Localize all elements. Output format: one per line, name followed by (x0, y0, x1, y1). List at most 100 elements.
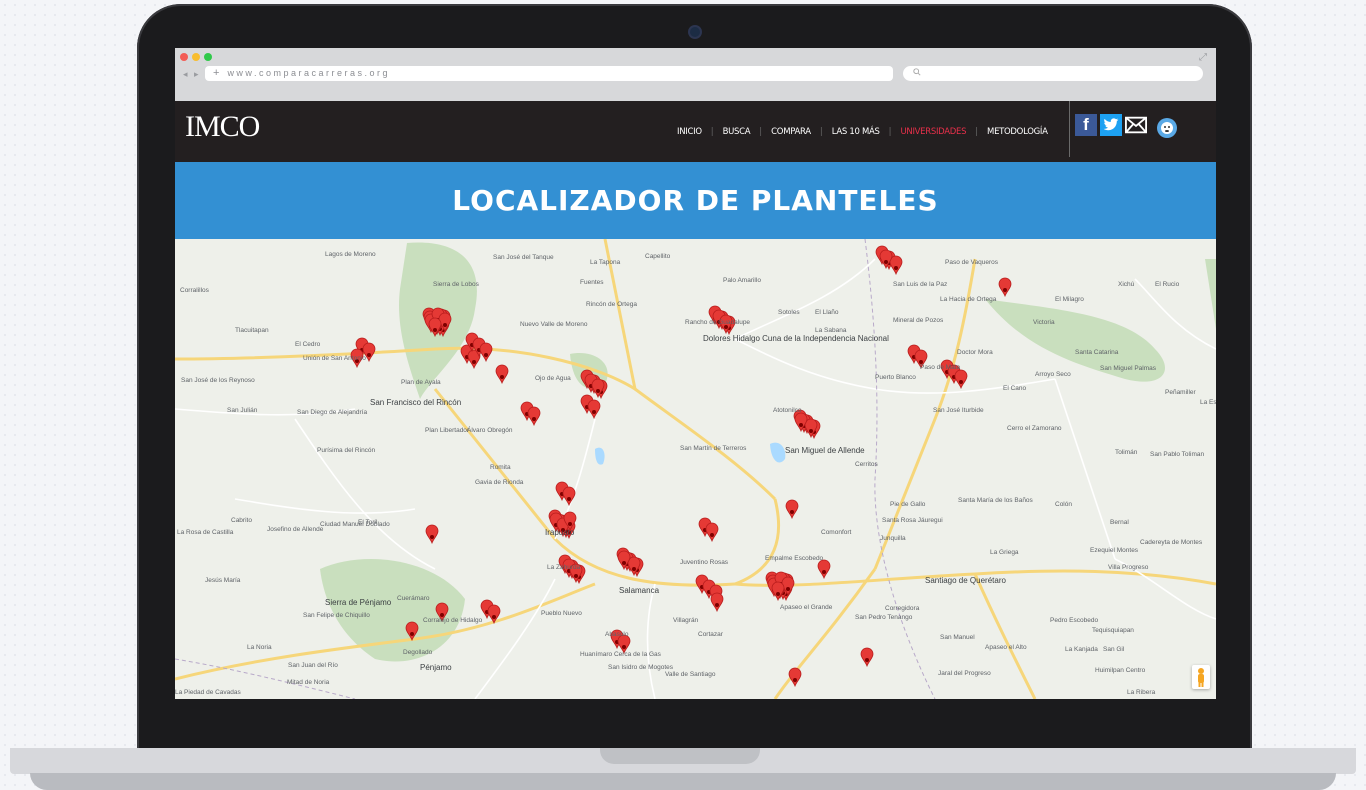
facebook-icon[interactable]: f (1075, 114, 1097, 136)
place-label: El Rucio (1155, 281, 1180, 288)
page-title: LOCALIZADOR DE PLANTELES (452, 184, 939, 217)
place-label: San Francisco del Rincón (370, 398, 462, 407)
search-icon (913, 68, 921, 76)
nav-universidades[interactable]: UNIVERSIDADES (900, 127, 966, 137)
header-divider (1069, 101, 1070, 157)
nav-las-10-mas[interactable]: LAS 10 MÁS (832, 127, 880, 137)
place-label: San José del Tanque (493, 254, 554, 261)
marker-dot (884, 260, 888, 264)
avatar-icon[interactable] (1157, 118, 1177, 138)
place-label: Doctor Mora (957, 349, 993, 356)
place-label: Xichú (1118, 281, 1135, 288)
map-view[interactable]: Lagos de Moreno San José del Tanque La Tap… (175, 239, 1216, 699)
marker-dot (367, 353, 371, 357)
place-label: Plan Libertador (425, 427, 470, 434)
place-label: Paso de Vaqueros (945, 259, 998, 266)
location-marker-icon[interactable] (954, 369, 968, 390)
place-label: Huimilpan Centro (1095, 667, 1146, 674)
location-marker-icon[interactable] (860, 647, 874, 668)
place-label: San Felipe de Chiquillo (303, 612, 370, 619)
place-label: Corregidora (885, 605, 920, 612)
place-label: San Miguel Palmas (1100, 365, 1156, 372)
place-label: Apaseo el Grande (780, 604, 833, 611)
marker-dot (809, 429, 813, 433)
browser-search-input[interactable] (903, 66, 1203, 81)
place-label: Atotonilco (773, 407, 802, 414)
place-label: Arroyo Seco (1035, 371, 1071, 378)
place-label: Tolimán (1115, 449, 1138, 456)
location-marker-icon[interactable] (788, 667, 802, 688)
location-marker-icon[interactable] (495, 364, 509, 385)
place-label: Romita (490, 464, 511, 471)
place-label: Pénjamo (420, 663, 452, 672)
location-marker-icon[interactable] (998, 277, 1012, 298)
location-marker-icon[interactable] (889, 255, 903, 276)
location-marker-icon[interactable] (817, 559, 831, 580)
place-label: La Tapona (590, 259, 621, 266)
close-window-button[interactable] (180, 53, 188, 61)
imco-logo[interactable]: IMCO (185, 110, 260, 144)
place-label: Ciudad Manuel Doblado (320, 521, 390, 528)
nav-compara[interactable]: COMPARA (771, 127, 811, 137)
new-tab-icon[interactable]: + (213, 67, 219, 79)
screen: ◂ ▸ + www.comparacarreras.org ⤢ IMCO INIC… (175, 48, 1216, 699)
laptop-notch (600, 748, 760, 764)
twitter-icon[interactable] (1100, 114, 1122, 136)
location-marker-icon[interactable] (527, 406, 541, 427)
place-label: Sierra de Lobos (433, 281, 479, 288)
marker-dot (484, 353, 488, 357)
place-label: San José de los Reynoso (181, 377, 255, 384)
place-label: Josefino de Allende (267, 526, 324, 533)
place-label: La Noria (247, 644, 272, 651)
place-label: Santa María de los Baños (958, 497, 1033, 504)
marker-dot (786, 587, 790, 591)
minimize-window-button[interactable] (192, 53, 200, 61)
place-label: Mineral de Pozos (893, 317, 944, 324)
maximize-window-button[interactable] (204, 53, 212, 61)
nav-metodologia[interactable]: METODOLOGÍA (987, 127, 1048, 137)
nav-busca[interactable]: BUSCA (723, 127, 751, 137)
nav-inicio[interactable]: INICIO (677, 127, 702, 137)
place-label: El Cano (1003, 385, 1027, 392)
place-label: San Luis de la Paz (893, 281, 948, 288)
location-marker-icon[interactable] (587, 399, 601, 420)
place-label: Bernal (1110, 519, 1129, 526)
place-label: Comonfort (821, 529, 852, 536)
place-label: Villagrán (673, 617, 699, 624)
place-label: Corralillos (180, 287, 209, 294)
place-label: Ojo de Agua (535, 375, 571, 382)
back-button[interactable]: ◂ (183, 69, 188, 80)
place-label: Jaral del Progreso (938, 670, 991, 677)
place-label: La Sabana (815, 327, 847, 334)
place-label: Juventino Rosas (680, 559, 729, 566)
forward-button[interactable]: ▸ (194, 69, 199, 80)
marker-dot (433, 328, 437, 332)
email-icon[interactable] (1125, 114, 1147, 136)
place-label: Tequisquiapan (1092, 627, 1134, 634)
place-label: Paso de Mata (920, 364, 961, 371)
location-marker-icon[interactable] (710, 592, 724, 613)
place-label: La Griega (990, 549, 1019, 556)
place-label: San Miguel de Allende (785, 446, 865, 455)
marker-dot (592, 410, 596, 414)
marker-dot (622, 561, 626, 565)
marker-dot (568, 522, 572, 526)
place-label: San Diego de Alejandría (297, 409, 368, 416)
marker-dot (1003, 288, 1007, 292)
map-canvas[interactable] (175, 239, 1216, 699)
fullscreen-icon[interactable]: ⤢ (1199, 52, 1207, 63)
place-label: Apaseo el Alto (985, 644, 1027, 651)
marker-dot (622, 645, 626, 649)
location-marker-icon[interactable] (785, 499, 799, 520)
marker-dot (443, 323, 447, 327)
place-label: Rancho de Guadalupe (685, 319, 751, 326)
url-bar[interactable]: + www.comparacarreras.org (205, 66, 893, 81)
location-marker-icon[interactable] (425, 524, 439, 545)
location-marker-icon[interactable] (562, 486, 576, 507)
location-marker-icon[interactable] (479, 342, 493, 363)
pegman-icon[interactable] (1192, 665, 1210, 689)
location-marker-icon[interactable] (705, 522, 719, 543)
place-label: Gavia de Rionda (475, 479, 524, 486)
place-label: Colón (1055, 501, 1072, 508)
place-label: Capellito (645, 253, 671, 260)
